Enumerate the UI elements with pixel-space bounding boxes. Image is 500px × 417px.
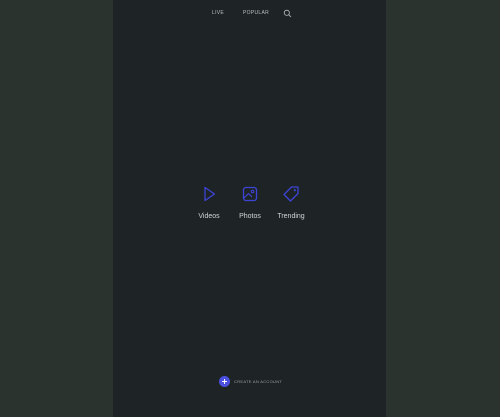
- search-icon[interactable]: [283, 9, 292, 18]
- category-tiles: Videos Photos Trending: [113, 181, 386, 226]
- photos-label: Photos: [239, 213, 261, 220]
- trending-label: Trending: [277, 213, 305, 220]
- plus-icon: [219, 376, 230, 387]
- create-account-label: Create an account: [234, 379, 283, 384]
- play-icon: [198, 183, 220, 205]
- videos-label: Videos: [198, 213, 220, 220]
- main-panel: Live Popular Videos: [113, 0, 386, 417]
- photos-tile[interactable]: Photos: [228, 181, 272, 225]
- image-icon: [239, 183, 261, 205]
- nav-live-link[interactable]: Live: [212, 9, 224, 17]
- top-navigation: Live Popular: [113, 9, 386, 19]
- page: Live Popular Videos: [0, 0, 500, 417]
- create-account-button[interactable]: Create an account: [219, 376, 299, 388]
- trending-tile[interactable]: Trending: [269, 181, 313, 225]
- videos-tile[interactable]: Videos: [187, 181, 231, 225]
- tag-icon: [280, 183, 302, 205]
- nav-popular-link[interactable]: Popular: [243, 9, 269, 17]
